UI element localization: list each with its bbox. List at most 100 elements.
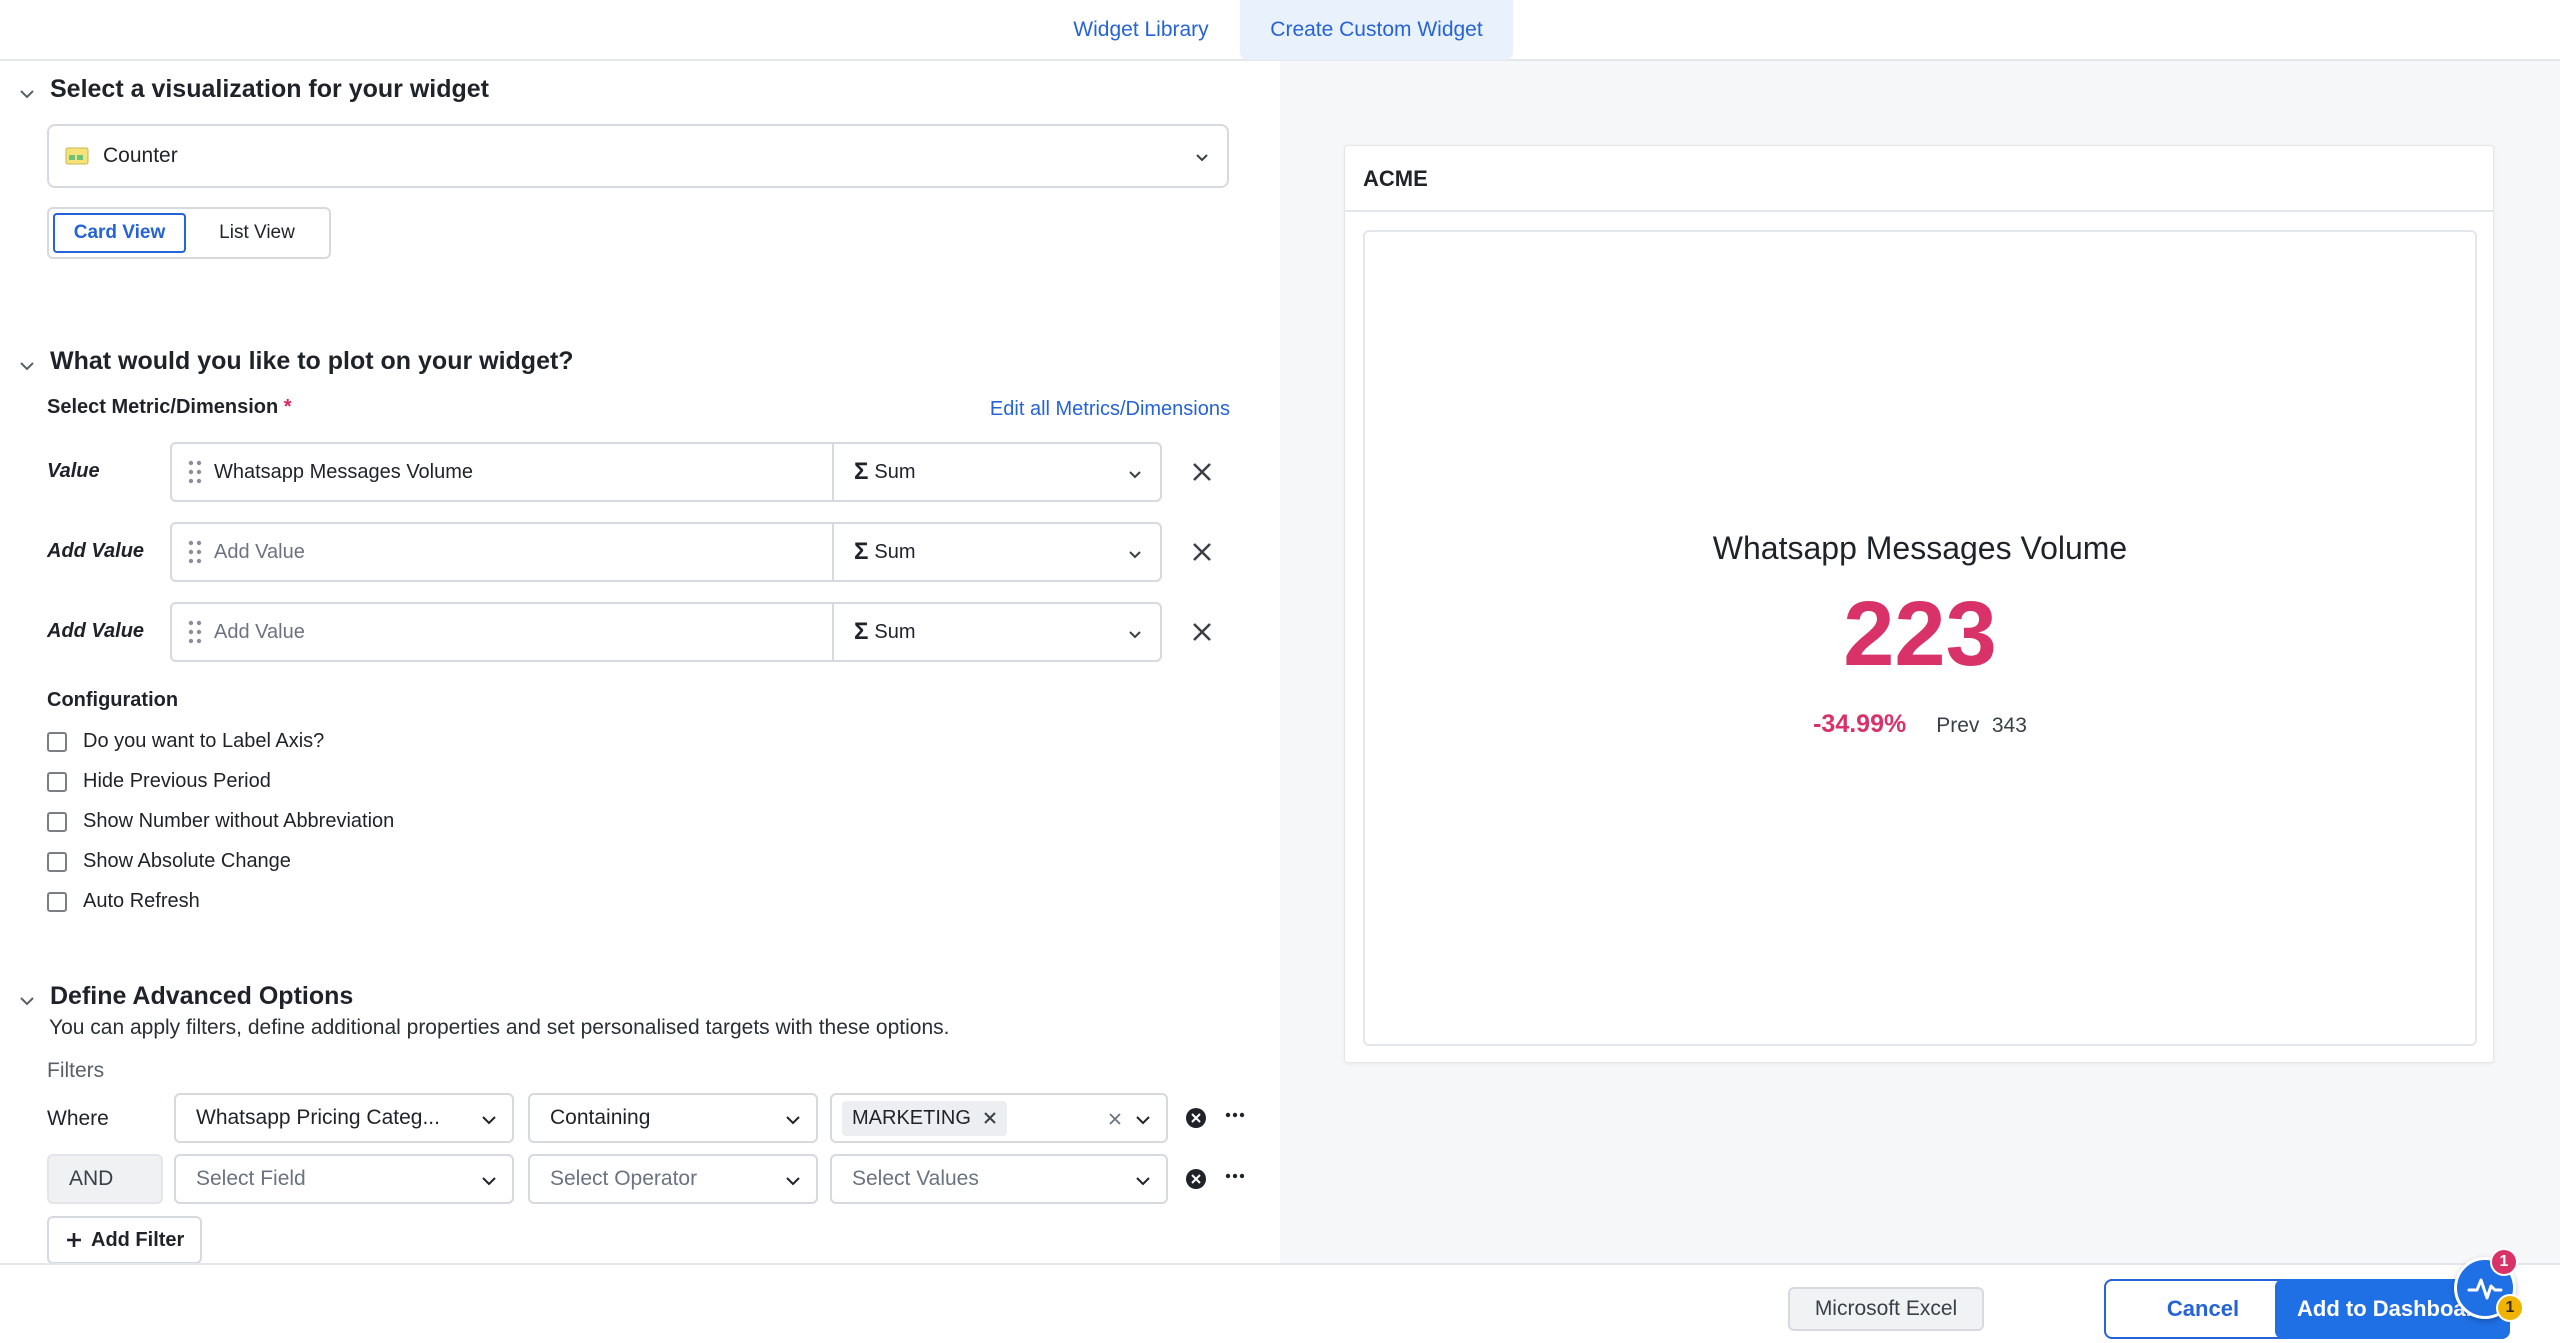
drag-handle-icon[interactable] [188,459,202,485]
section-plot-header[interactable]: What would you like to plot on your widg… [18,347,574,376]
filter-field-select[interactable]: Whatsapp Pricing Categ... [174,1093,514,1143]
config-option[interactable]: Hide Previous Period [47,770,271,793]
bottom-action-bar: Cancel Add to Dashboard [0,1263,2560,1343]
tab-create-custom-widget[interactable]: Create Custom Widget [1240,0,1513,60]
filter-prefix: Where [47,1107,109,1130]
checkbox[interactable] [47,771,67,792]
section-visualization-header[interactable]: Select a visualization for your widget [18,75,489,104]
remove-value-button[interactable] [1189,539,1215,565]
divider [1345,210,2493,212]
aggregation-select[interactable]: Σ Sum [832,522,1162,582]
filter-field-value: Whatsapp Pricing Categ... [196,1106,440,1129]
metric-input[interactable]: Add Value [170,522,834,582]
value-chip-label: MARKETING [852,1106,971,1129]
tab-widget-library[interactable]: Widget Library [1050,0,1232,60]
chip-remove-icon[interactable] [983,1111,997,1125]
filter-operator-select[interactable]: Select Operator [528,1154,818,1204]
drag-handle-icon[interactable] [188,539,202,565]
value-row: Value Whatsapp Messages Volume Σ Sum [47,442,1247,504]
edit-metrics-link[interactable]: Edit all Metrics/Dimensions [990,398,1230,421]
value-row-label: Value [47,460,100,482]
aggregation-value: Sum [874,540,916,563]
counter-metric-value: 223 [1843,583,1997,685]
filter-conjunction[interactable]: AND [47,1154,163,1204]
taskbar-tooltip: Microsoft Excel [1788,1287,1984,1331]
config-option-label: Hide Previous Period [83,770,271,792]
add-filter-button[interactable]: Add Filter [47,1216,203,1264]
section-visualization-title: Select a visualization for your widget [50,75,489,103]
config-option[interactable]: Auto Refresh [47,890,200,913]
card-view-button[interactable]: Card View [53,213,186,253]
sigma-icon: Σ [854,538,869,565]
chevron-down-icon [480,1172,498,1196]
aggregation-select[interactable]: Σ Sum [832,602,1162,662]
visualization-selected-value: Counter [103,144,178,167]
config-option[interactable]: Do you want to Label Axis? [47,730,324,753]
filter-values-placeholder: Select Values [852,1167,979,1190]
filter-field-select[interactable]: Select Field [174,1154,514,1204]
remove-filter-icon[interactable] [1185,1107,1207,1129]
required-marker: * [283,396,292,418]
remove-filter-icon[interactable] [1185,1168,1207,1190]
visualization-select[interactable]: Counter [47,124,1229,188]
remove-value-button[interactable] [1189,619,1215,645]
aggregation-select[interactable]: Σ Sum [832,442,1162,502]
filter-operator-select[interactable]: Containing [528,1093,818,1143]
metric-placeholder: Add Value [214,620,305,643]
counter-metric-name: Whatsapp Messages Volume [1712,530,2128,566]
config-option-label: Do you want to Label Axis? [83,730,325,752]
filter-operator-placeholder: Select Operator [550,1167,698,1190]
chevron-down-icon[interactable] [18,81,36,99]
more-options-icon[interactable] [1223,1105,1247,1129]
remove-value-button[interactable] [1189,459,1215,485]
checkbox[interactable] [47,891,67,912]
config-option-label: Auto Refresh [83,890,200,912]
filters-label: Filters [47,1059,105,1082]
add-filter-label: Add Filter [91,1228,185,1251]
filter-row: AND Select Field Select Operator Select … [47,1154,1287,1206]
top-tab-bar: Widget Library Create Custom Widget [0,0,2560,61]
aggregation-value: Sum [874,620,916,643]
value-row: Add Value Add Value Σ Sum [47,602,1247,664]
preview-card: ACME Whatsapp Messages Volume 223 -34.99… [1344,145,2494,1063]
prev-value: 343 [1991,714,2027,737]
more-options-icon[interactable] [1223,1166,1247,1190]
chevron-down-icon[interactable] [18,988,36,1006]
metric-dimension-label-text: Select Metric/Dimension [47,396,279,418]
chevron-down-icon [784,1111,802,1135]
aggregation-value: Sum [874,460,916,483]
checkbox[interactable] [47,851,67,872]
filter-values-select[interactable]: MARKETING [830,1093,1168,1143]
value-chip: MARKETING [842,1100,1007,1136]
filter-values-select[interactable]: Select Values [830,1154,1168,1204]
filter-operator-value: Containing [550,1106,651,1129]
metric-input[interactable]: Add Value [170,602,834,662]
config-option[interactable]: Show Number without Abbreviation [47,810,394,833]
filter-field-placeholder: Select Field [196,1167,306,1190]
list-view-button[interactable]: List View [192,213,322,253]
config-option[interactable]: Show Absolute Change [47,850,291,873]
counter-delta: -34.99% [1813,710,1907,738]
counter-icon [65,147,89,165]
metric-input[interactable]: Whatsapp Messages Volume [170,442,834,502]
section-advanced-header[interactable]: Define Advanced Options [18,982,353,1011]
checkbox[interactable] [47,731,67,752]
metric-value: Whatsapp Messages Volume [214,460,474,483]
chevron-down-icon[interactable] [18,353,36,371]
checkbox[interactable] [47,811,67,832]
drag-handle-icon[interactable] [188,619,202,645]
counter-widget: Whatsapp Messages Volume 223 -34.99% Pre… [1363,230,2477,1046]
configuration-heading: Configuration [47,689,179,711]
metric-placeholder: Add Value [214,540,305,563]
clear-values-icon[interactable] [1108,1109,1122,1132]
value-row: Add Value Add Value Σ Sum [47,522,1247,584]
plus-icon [67,1233,81,1247]
metric-dimension-label: Select Metric/Dimension * [47,396,292,419]
filter-row: Where Whatsapp Pricing Categ... Containi… [47,1093,1287,1145]
counter-comparison: -34.99% Prev 343 [1365,710,2475,739]
cancel-button[interactable]: Cancel [2104,1279,2302,1339]
widget-preview-panel: ACME Whatsapp Messages Volume 223 -34.99… [1280,61,2560,1263]
value-row-label: Add Value [47,620,145,642]
config-option-label: Show Number without Abbreviation [83,810,395,832]
view-toggle: Card View List View [47,207,331,259]
